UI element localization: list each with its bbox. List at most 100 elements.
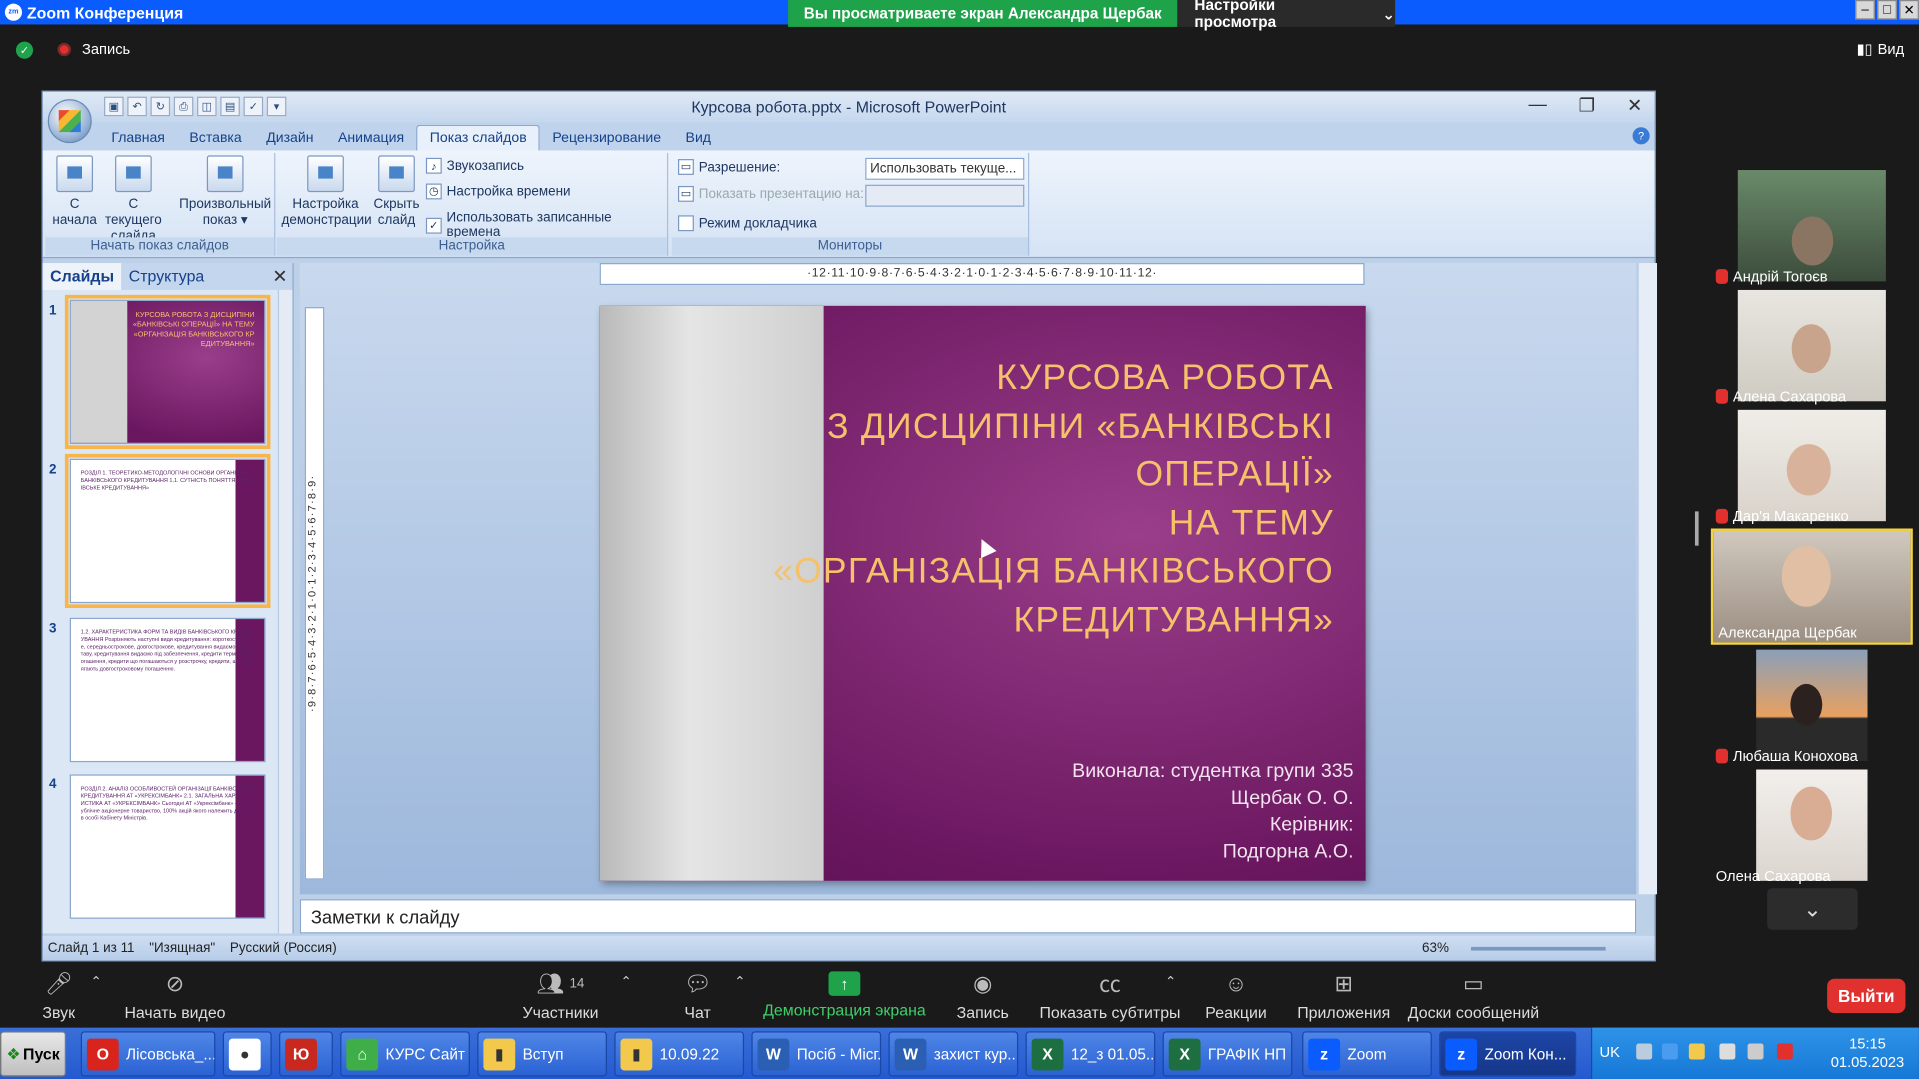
status-language[interactable]: Русский (Россия) (230, 941, 337, 956)
custom-show-button[interactable]: Произвольный показ ▾ (177, 155, 272, 228)
current-slide[interactable]: КУРСОВА РОБОТА З ДИСЦИПІНИ «БАНКІВСЬКІ О… (599, 305, 1366, 881)
slide-thumb-1[interactable]: КУРСОВА РОБОТА З ДИСЦИПІНИ «БАНКІВСЬКІ О… (64, 294, 271, 449)
thumb-number: 3 (48, 621, 57, 637)
participant-tile[interactable]: Алена Сахарова (1711, 289, 1913, 406)
tab-insert[interactable]: Вставка (177, 126, 254, 150)
slide-thumb-2[interactable]: РОЗДІЛ 1. ТЕОРЕТИКО-МЕТОДОЛОГІЧНІ ОСНОВИ… (64, 453, 271, 609)
slide-thumb-4[interactable]: РОЗДІЛ 2. АНАЛІЗ ОСОБЛИВОСТЕЙ ОРГАНІЗАЦІ… (69, 774, 266, 919)
zoom-level[interactable]: 63% (1422, 941, 1449, 956)
slide-title-line: ОПЕРАЦІЇ» (1135, 455, 1334, 495)
help-icon[interactable]: ? (1632, 127, 1650, 145)
participants-caret-icon[interactable]: ⌃ (620, 974, 631, 990)
close-icon[interactable]: ✕ (272, 265, 287, 288)
record-button[interactable]: ◉ Запись (952, 962, 1013, 1028)
use-timings-checkbox[interactable]: ✓ Использовать записанные времена (425, 210, 667, 240)
participant-tile[interactable]: Олена Сахарова (1711, 769, 1913, 886)
ppt-restore-button[interactable]: ❐ (1579, 94, 1595, 116)
participant-tile[interactable]: Андрій Тогоєв (1711, 170, 1913, 286)
update-icon[interactable] (1688, 1043, 1705, 1060)
slide-author-info[interactable]: Виконала: студентка групи 335 Щербак О. … (1072, 759, 1353, 867)
microphone-icon: ♪ (425, 157, 442, 174)
maximize-button[interactable]: □ (1877, 0, 1897, 20)
participant-tile[interactable]: Любаша Конохова (1711, 649, 1913, 766)
tab-home[interactable]: Главная (99, 126, 177, 150)
connection-icon[interactable] (1747, 1043, 1764, 1060)
recording-label[interactable]: Запись (82, 40, 130, 57)
captions-caret-icon[interactable]: ⌃ (1165, 974, 1176, 990)
taskbar-item[interactable]: z Zoom (1302, 1031, 1432, 1077)
audio-button[interactable]: 🎤︎ Звук (32, 962, 86, 1028)
view-button[interactable]: ▮▯ Вид (1857, 40, 1905, 57)
language-indicator[interactable]: UK (1600, 1044, 1620, 1061)
monitor-tray-icon[interactable] (1661, 1043, 1678, 1060)
office-button[interactable] (47, 99, 92, 144)
tab-slideshow[interactable]: Показ слайдов (416, 124, 541, 151)
clock[interactable]: 15:15 01.05.2023 (1831, 1035, 1905, 1072)
setup-show-button[interactable]: Настройка демонстрации (281, 155, 372, 228)
zoom-slider[interactable] (1471, 946, 1606, 951)
screen-share-banner: Вы просматриваете экран Александра Щерба… (788, 0, 1178, 27)
shield-icon[interactable]: ✓ (15, 41, 34, 59)
pane-tab-outline[interactable]: Структура (121, 263, 211, 290)
taskbar-item[interactable]: z Zoom Кон... (1439, 1031, 1577, 1077)
tab-design[interactable]: Дизайн (254, 126, 326, 150)
captions-button[interactable]: ㏄ Показать субтитры (1038, 962, 1182, 1028)
from-current-button[interactable]: С текущего слайда (99, 155, 168, 244)
participant-name: Дар'я Макаренко (1732, 507, 1849, 525)
show-on-select[interactable] (865, 184, 1025, 207)
horizontal-ruler: ·12·11·10·9·8·7·6·5·4·3·2·1·0·1·2·3·4·5·… (599, 263, 1365, 286)
hide-slide-button[interactable]: Скрыть слайд (372, 155, 421, 228)
from-start-button[interactable]: С начала (50, 155, 99, 228)
taskbar-item[interactable]: ● (222, 1031, 272, 1077)
chat-button[interactable]: 💬︎ Чат (673, 962, 722, 1028)
panel-resize-handle[interactable] (1694, 511, 1699, 546)
participant-video (1737, 170, 1886, 282)
volume-icon[interactable] (1719, 1043, 1736, 1060)
thumb-text: 1.2. ХАРАКТЕРИСТИКА ФОРМ ТА ВИДІВ БАНКІВ… (80, 628, 255, 672)
presenter-view-checkbox[interactable]: Режим докладчика (677, 215, 817, 232)
slide-thumb-3[interactable]: 1.2. ХАРАКТЕРИСТИКА ФОРМ ТА ВИДІВ БАНКІВ… (69, 617, 266, 763)
tab-view[interactable]: Вид (673, 126, 723, 150)
start-button[interactable]: ❖ Пуск (0, 1031, 67, 1077)
taskbar-item[interactable]: X ГРАФІК НП ... (1162, 1031, 1293, 1077)
participants-button[interactable]: 👥︎ 14 Участники (514, 962, 607, 1028)
view-options-button[interactable]: Настройки просмотра ⌄ (1177, 0, 1396, 31)
chat-caret-icon[interactable]: ⌃ (734, 974, 745, 990)
thumb-number: 4 (48, 776, 57, 792)
pane-scrollbar[interactable] (277, 289, 293, 934)
taskbar-item[interactable]: ▮ Вступ (477, 1031, 608, 1077)
leave-button[interactable]: Выйти (1827, 978, 1906, 1013)
ppt-close-button[interactable]: ✕ (1627, 94, 1642, 116)
taskbar-item[interactable]: W Посіб - Місг... (751, 1031, 882, 1077)
record-narration-button[interactable]: ♪ Звукозапись (425, 157, 524, 174)
taskbar-item[interactable]: Wзахист кур... (888, 1031, 1019, 1077)
taskbar-item[interactable]: X 12_з 01.05... (1025, 1031, 1156, 1077)
tab-review[interactable]: Рецензирование (540, 126, 673, 150)
apps-button[interactable]: ⊞ Приложения (1292, 962, 1395, 1028)
slide-title[interactable]: КУРСОВА РОБОТА З ДИСЦИПІНИ «БАНКІВСЬКІ О… (698, 355, 1334, 645)
taskbar-item[interactable]: ▮ 10.09.22 (614, 1031, 745, 1077)
resolution-select[interactable]: Использовать текуще... (865, 157, 1025, 180)
app-icon: W (757, 1038, 790, 1070)
chevron-down-icon[interactable]: ⌄ (1767, 888, 1858, 930)
taskbar-item[interactable]: O Лісовська_... (80, 1031, 216, 1077)
close-button[interactable]: ✕ (1899, 0, 1919, 20)
rehearse-timings-button[interactable]: ◷ Настройка времени (425, 183, 571, 200)
minimize-button[interactable]: – (1855, 0, 1875, 20)
whiteboards-button[interactable]: ▭ Доски сообщений (1405, 962, 1542, 1028)
reactions-button[interactable]: ☺ Реакции (1199, 962, 1272, 1028)
start-video-button[interactable]: ⊘ Начать видео (120, 962, 230, 1028)
audio-caret-icon[interactable]: ⌃ (91, 974, 102, 990)
security-icon[interactable] (1776, 1043, 1793, 1060)
taskbar-item[interactable]: Ю (279, 1031, 333, 1077)
ppt-minimize-button[interactable]: — (1528, 94, 1546, 116)
network-icon[interactable] (1636, 1043, 1653, 1060)
notes-field[interactable]: Заметки к слайду (299, 899, 1637, 934)
pane-tab-slides[interactable]: Слайды (42, 263, 122, 290)
slide-scrollbar[interactable] (1637, 263, 1658, 895)
participant-tile-active[interactable]: Александра Щербак (1710, 528, 1913, 645)
taskbar-item[interactable]: ⌂ КУРС Сайт ... (340, 1031, 470, 1077)
tab-animation[interactable]: Анимация (326, 126, 417, 150)
share-screen-button[interactable]: ↑ Демонстрация экрана (761, 962, 927, 1028)
participant-tile[interactable]: Дар'я Макаренко (1711, 409, 1913, 526)
